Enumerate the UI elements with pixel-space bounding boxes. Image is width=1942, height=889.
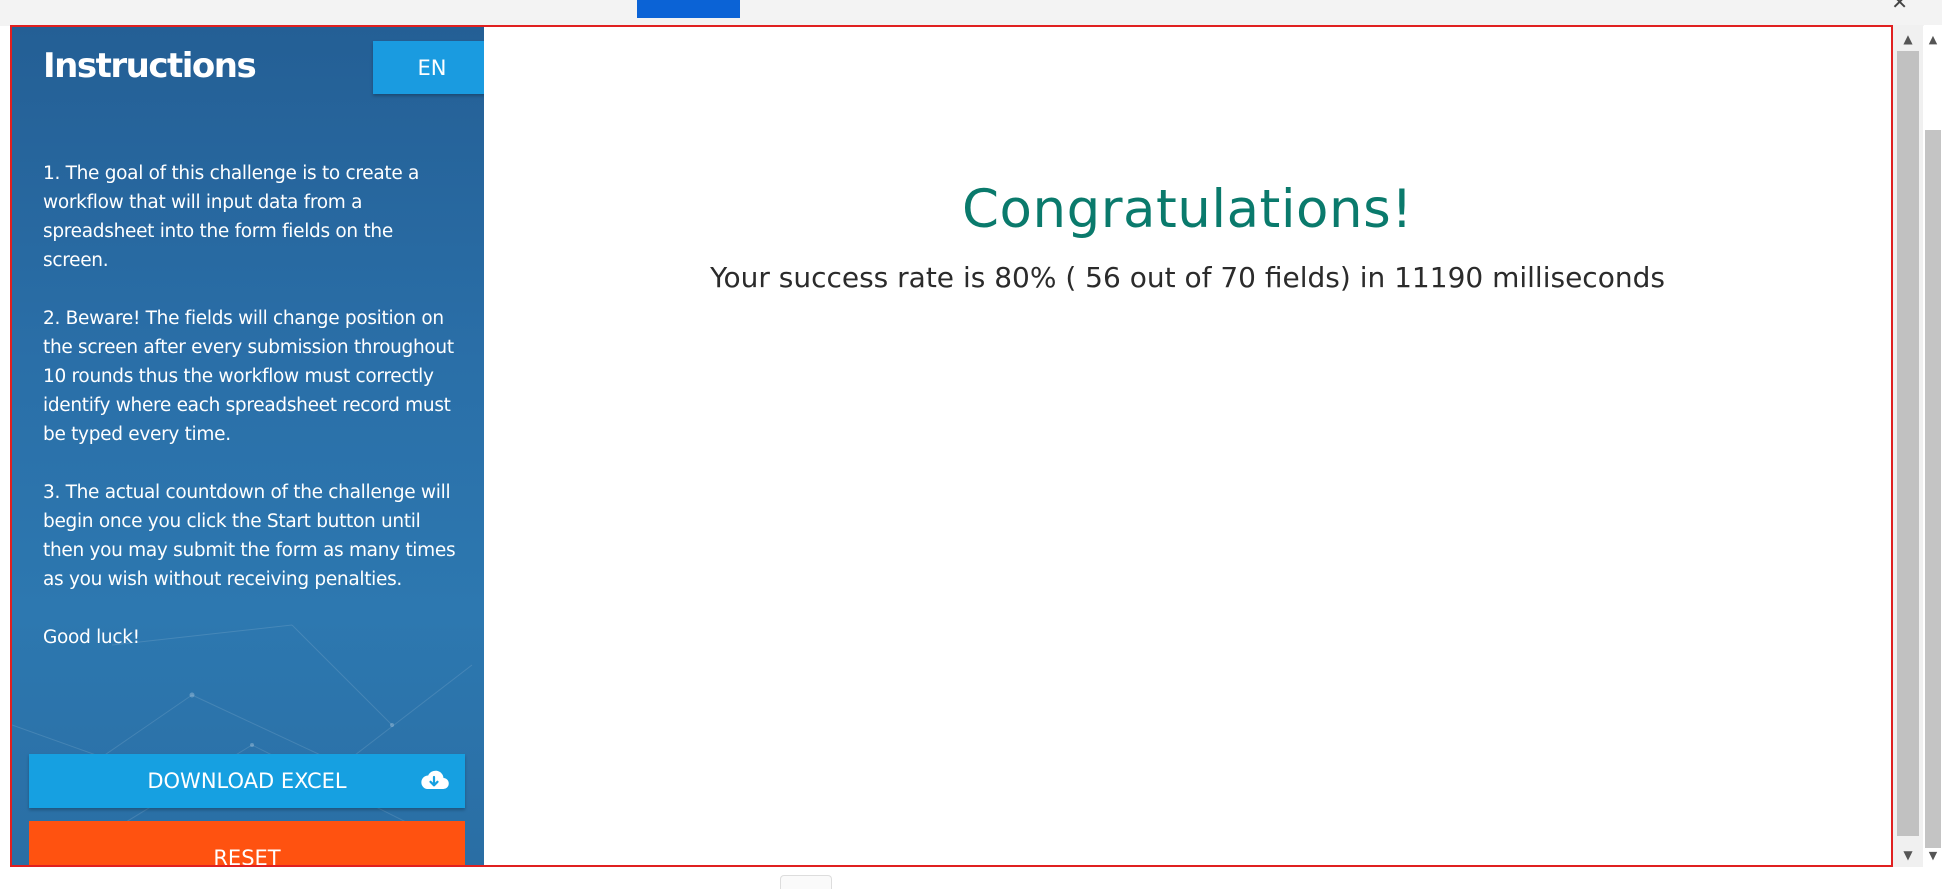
browser-top-strip: ✕ bbox=[0, 0, 1942, 26]
browser-bottom-strip bbox=[0, 867, 1942, 889]
reset-button[interactable]: RESET bbox=[29, 821, 465, 865]
page-scrollbar-thumb[interactable] bbox=[1925, 130, 1941, 848]
arrow-down-icon[interactable]: ▼ bbox=[1924, 845, 1942, 865]
good-luck-text: Good luck! bbox=[43, 627, 140, 648]
scrollbar-thumb[interactable] bbox=[1897, 51, 1919, 836]
instruction-step-1: 1. The goal of this challenge is to crea… bbox=[43, 163, 420, 271]
instruction-step-3: 3. The actual countdown of the challenge… bbox=[43, 482, 456, 590]
arrow-up-icon[interactable]: ▲ bbox=[1924, 29, 1942, 49]
congratulations-heading: Congratulations! bbox=[962, 179, 1413, 240]
close-icon[interactable]: ✕ bbox=[1891, 0, 1908, 14]
arrow-down-icon[interactable]: ▼ bbox=[1893, 845, 1923, 865]
challenge-frame: Instructions EN 1. The goal of this chal… bbox=[10, 25, 1893, 867]
cloud-download-icon bbox=[421, 770, 449, 790]
instructions-title: Instructions bbox=[43, 46, 257, 86]
page-scrollbar[interactable]: ▲ ▼ bbox=[1924, 25, 1942, 867]
browser-active-tab[interactable] bbox=[637, 0, 740, 18]
instructions-text: 1. The goal of this challenge is to crea… bbox=[43, 159, 458, 681]
results-panel: Congratulations! Your success rate is 80… bbox=[484, 27, 1891, 865]
instruction-step-2: 2. Beware! The fields will change positi… bbox=[43, 308, 454, 445]
download-excel-button[interactable]: DOWNLOAD EXCEL bbox=[29, 754, 465, 808]
instructions-sidebar: Instructions EN 1. The goal of this chal… bbox=[12, 27, 484, 865]
reset-label: RESET bbox=[213, 846, 281, 865]
arrow-up-icon[interactable]: ▲ bbox=[1893, 29, 1923, 49]
frame-scrollbar[interactable]: ▲ ▼ bbox=[1893, 25, 1923, 867]
success-rate-text: Your success rate is 80% ( 56 out of 70 … bbox=[710, 261, 1665, 294]
language-button[interactable]: EN bbox=[373, 41, 484, 94]
download-excel-label: DOWNLOAD EXCEL bbox=[147, 769, 347, 793]
